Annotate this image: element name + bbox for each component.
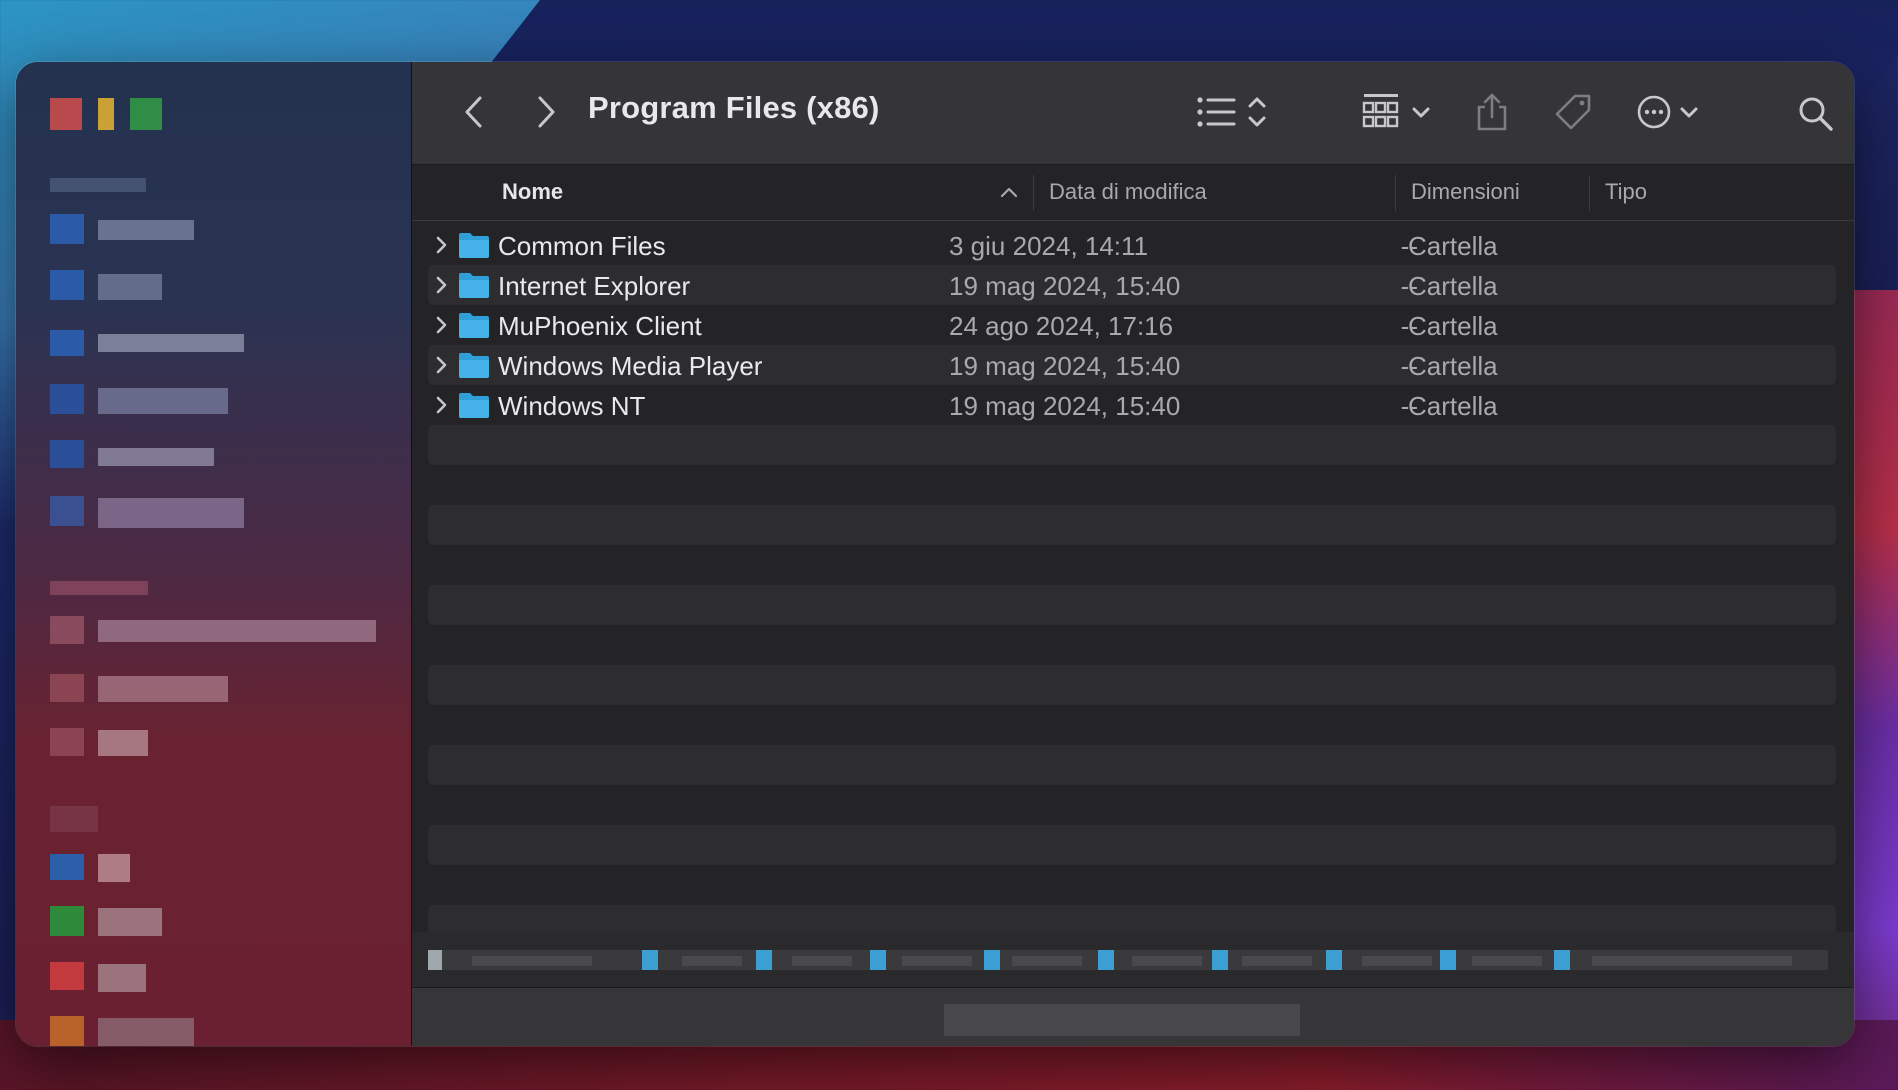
table-row[interactable]: Internet Explorer 19 mag 2024, 15:40 -- … [428,265,1836,305]
table-row[interactable]: MuPhoenix Client 24 ago 2024, 17:16 -- C… [428,305,1836,345]
disclosure-chevron-icon[interactable] [434,353,456,377]
file-name: Internet Explorer [498,271,691,301]
folder-icon [458,351,490,379]
file-date: 3 giu 2024, 14:11 [949,231,1149,261]
disclosure-chevron-icon[interactable] [434,313,456,337]
disclosure-chevron-icon[interactable] [434,393,456,417]
file-kind: Cartella [1408,351,1498,381]
sidebar-item[interactable] [50,384,250,418]
file-date: 24 ago 2024, 17:16 [949,311,1174,341]
zoom-button[interactable] [130,98,162,130]
disclosure-chevron-icon[interactable] [434,273,456,297]
column-header: Nome Data di modifica Dimensioni Tipo [412,165,1854,221]
chevron-right-icon[interactable] [526,92,566,132]
group-grid-icon[interactable] [1362,90,1438,134]
close-button[interactable] [50,98,82,130]
chevron-left-icon[interactable] [454,92,494,132]
file-name: Common Files [498,231,666,261]
file-name: Windows Media Player [498,351,763,381]
search-icon[interactable] [1794,92,1838,136]
ellipsis-circle-icon[interactable] [1636,90,1712,134]
file-kind: Cartella [1408,231,1498,261]
column-size[interactable]: Dimensioni [1411,179,1520,205]
empty-row [428,505,1836,545]
list-view-icon[interactable] [1196,90,1272,134]
file-kind: Cartella [1408,311,1498,341]
file-date: 19 mag 2024, 15:40 [949,271,1181,301]
table-row[interactable]: Windows NT 19 mag 2024, 15:40 -- Cartell… [428,385,1836,425]
column-kind[interactable]: Tipo [1605,179,1647,205]
sidebar-item[interactable] [50,904,250,938]
sidebar-item[interactable] [50,726,250,760]
tag-icon[interactable] [1550,88,1596,136]
sidebar-item[interactable] [50,672,250,706]
path-bar[interactable] [412,932,1854,988]
rows: Common Files 3 giu 2024, 14:11 -- Cartel… [428,225,1836,945]
sidebar [16,62,412,1046]
empty-row [428,785,1836,825]
sidebar-item[interactable] [50,960,250,994]
sidebar-item[interactable] [50,438,250,472]
table-row[interactable]: Windows Media Player 19 mag 2024, 15:40 … [428,345,1836,385]
sidebar-item[interactable] [50,214,210,248]
file-list: Nome Data di modifica Dimensioni Tipo Co… [412,165,1854,1046]
sidebar-item[interactable] [50,1014,250,1046]
empty-row [428,425,1836,465]
empty-row [428,465,1836,505]
folder-icon [458,231,490,259]
minimize-button[interactable] [98,98,114,130]
file-date: 19 mag 2024, 15:40 [949,391,1181,421]
sidebar-item[interactable] [50,496,250,530]
share-icon[interactable] [1472,88,1512,136]
empty-row [428,625,1836,665]
empty-row [428,665,1836,705]
file-kind: Cartella [1408,271,1498,301]
file-kind: Cartella [1408,391,1498,421]
status-bar [412,987,1854,1046]
sidebar-item[interactable] [50,614,390,648]
window-controls [50,98,162,130]
disclosure-chevron-icon[interactable] [434,233,456,257]
empty-row [428,825,1836,865]
empty-row [428,545,1836,585]
empty-row [428,865,1836,905]
file-name: Windows NT [498,391,646,421]
folder-icon [458,391,490,419]
sidebar-item[interactable] [50,270,210,304]
folder-icon [458,271,490,299]
toolbar: Program Files (x86) [412,62,1854,165]
empty-row [428,705,1836,745]
file-name: MuPhoenix Client [498,311,702,341]
empty-row [428,745,1836,785]
column-date[interactable]: Data di modifica [1049,179,1207,205]
sidebar-item[interactable] [50,852,250,886]
finder-window: Program Files (x86) Nome Data di modific… [16,62,1854,1046]
folder-icon [458,311,490,339]
table-row[interactable]: Common Files 3 giu 2024, 14:11 -- Cartel… [428,225,1836,265]
sidebar-item[interactable] [50,326,250,360]
empty-row [428,585,1836,625]
sort-ascending-icon[interactable] [1000,185,1018,204]
window-title: Program Files (x86) [588,90,880,125]
column-name[interactable]: Nome [502,179,563,205]
file-date: 19 mag 2024, 15:40 [949,351,1181,381]
